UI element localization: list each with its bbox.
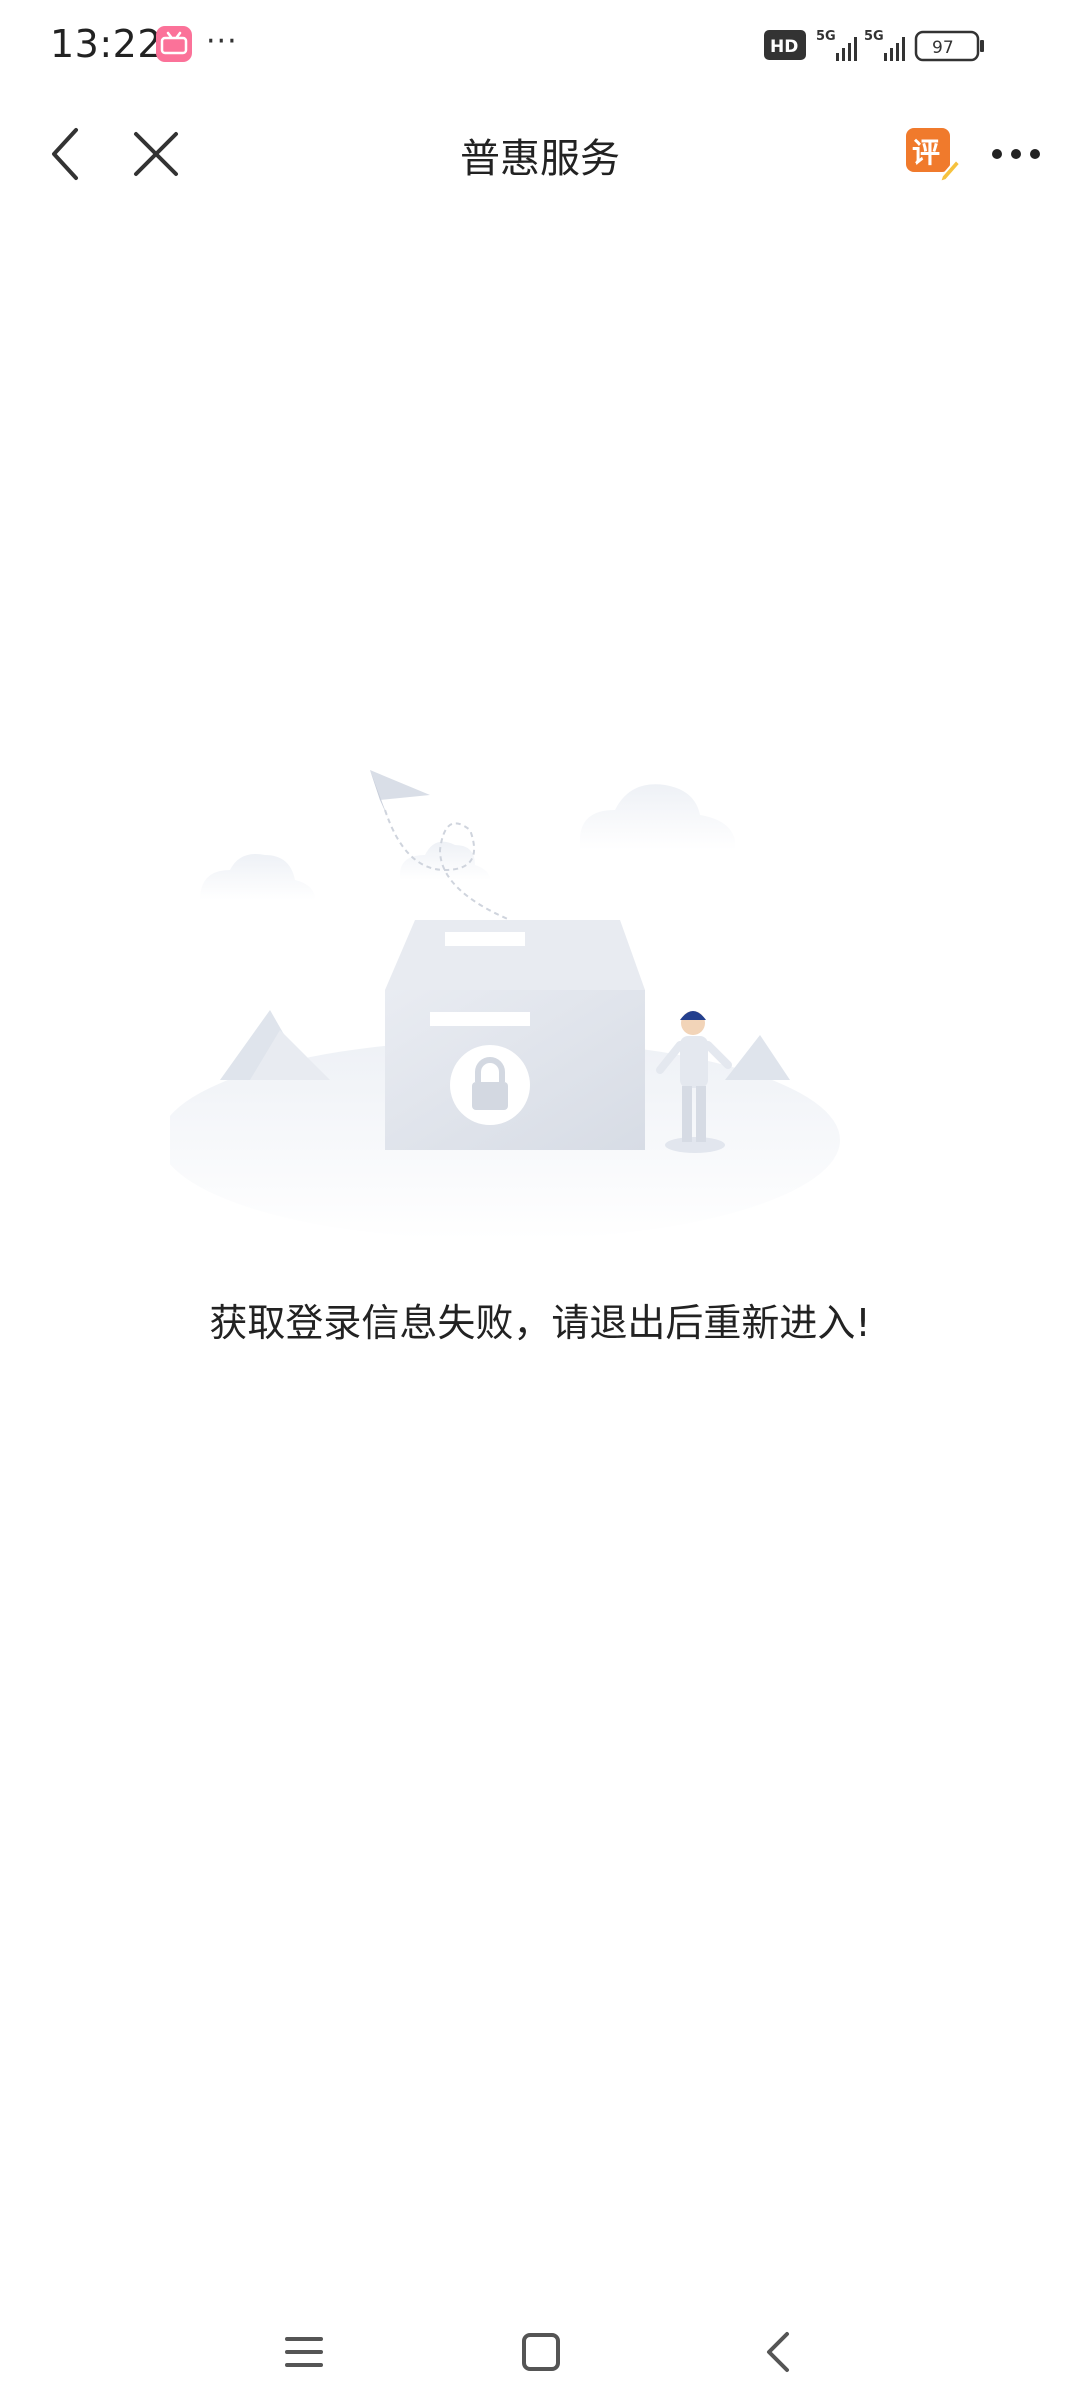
svg-text:5G: 5G xyxy=(864,29,884,44)
error-message: 获取登录信息失败，请退出后重新进入! xyxy=(209,1301,871,1345)
home-button[interactable] xyxy=(513,2324,569,2380)
svg-text:评: 评 xyxy=(912,136,940,169)
svg-text:5G: 5G xyxy=(816,29,836,44)
recent-apps-button[interactable] xyxy=(276,2324,332,2380)
bilibili-app-icon xyxy=(156,26,192,62)
status-bar: 13:22 ··· HD 5G 5G 97 xyxy=(0,0,1080,96)
review-icon: 评 xyxy=(906,128,962,184)
system-navigation-bar xyxy=(0,2300,1080,2400)
more-horizontal-icon xyxy=(992,149,1040,159)
notification-more-icon: ··· xyxy=(206,24,238,59)
system-back-button[interactable] xyxy=(750,2324,806,2380)
menu-icon xyxy=(285,2337,323,2367)
review-button[interactable]: 评 xyxy=(896,118,968,190)
home-icon xyxy=(522,2333,560,2371)
system-back-icon xyxy=(767,2332,789,2372)
status-time: 13:22 xyxy=(50,22,163,66)
more-button[interactable] xyxy=(980,118,1052,190)
navigation-bar: 普惠服务 评 xyxy=(0,96,1080,214)
svg-text:HD: HD xyxy=(770,37,798,57)
system-status-icons: HD 5G 5G 97 xyxy=(764,29,984,62)
empty-state-illustration xyxy=(170,770,840,1240)
svg-text:97: 97 xyxy=(932,38,954,58)
